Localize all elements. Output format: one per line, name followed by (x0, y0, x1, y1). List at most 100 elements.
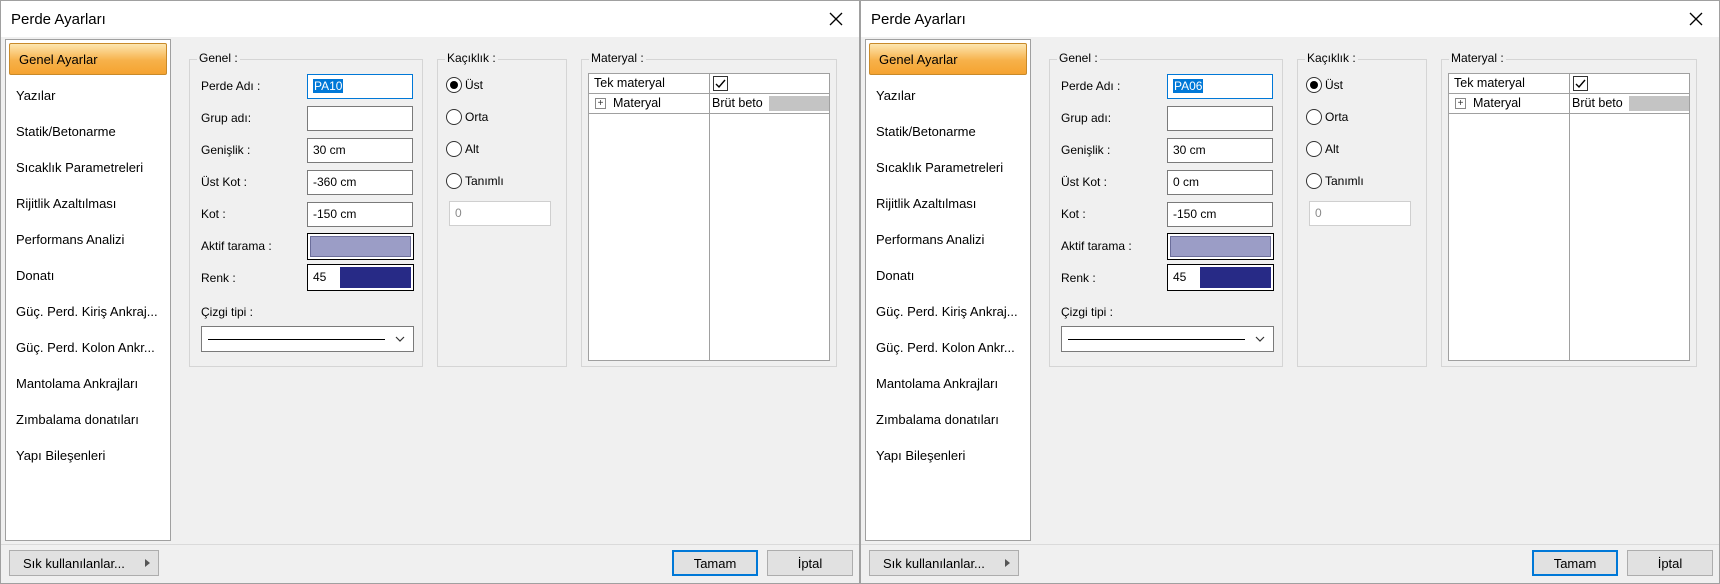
radio-circle (1306, 173, 1322, 189)
renk-value: 45 (310, 267, 340, 288)
settings-sidebar: Genel Ayarlar Yazılar Statik/Betonarme S… (5, 39, 171, 541)
aktif-tarama-swatch[interactable] (1167, 233, 1274, 260)
sidebar-item-genel-ayarlar[interactable]: Genel Ayarlar (9, 43, 167, 75)
close-button[interactable] (1673, 1, 1719, 37)
sidebar-item-rijitlik-azaltilmasi[interactable]: Rijitlik Azaltılması (866, 188, 1030, 220)
favorites-button[interactable]: Sık kullanılanlar... (869, 550, 1019, 576)
cizgi-tipi-dropdown[interactable] (1061, 326, 1274, 352)
radio-circle (446, 77, 462, 93)
sidebar-item-zimbalama-donatilari[interactable]: Zımbalama donatıları (866, 404, 1030, 436)
perde-ayarlari-dialog: Perde Ayarları Genel Ayarlar Yazılar Sta… (0, 0, 860, 584)
genislik-input[interactable]: 30 cm (1167, 138, 1273, 163)
kaciklik-radio-alt[interactable]: Alt (1306, 141, 1339, 157)
materyal-dropdown-area[interactable] (769, 96, 829, 111)
materyal-value[interactable]: Brüt beto (1572, 94, 1632, 113)
ok-button[interactable]: Tamam (672, 550, 758, 576)
genislik-input[interactable]: 30 cm (307, 138, 413, 163)
kaciklik-value-input: 0 (449, 201, 551, 226)
chevron-down-icon (1255, 336, 1265, 342)
kaciklik-radio-orta[interactable]: Orta (446, 109, 488, 125)
line-style-preview (1068, 339, 1245, 340)
title-bar: Perde Ayarları (861, 1, 1719, 37)
materyal-property-grid: Tek materyal + Materyal Brüt beto (588, 73, 830, 361)
materyal-label: Materyal (613, 96, 661, 110)
arrow-right-icon (145, 559, 150, 567)
kaciklik-radio-alt[interactable]: Alt (446, 141, 479, 157)
expand-plus-icon[interactable]: + (595, 98, 606, 109)
ust-kot-input[interactable]: -360 cm (307, 170, 413, 195)
sidebar-item-sicaklik-parametreleri[interactable]: Sıcaklık Parametreleri (866, 152, 1030, 184)
close-button[interactable] (813, 1, 859, 37)
tek-materyal-checkbox[interactable] (1573, 76, 1588, 91)
favorites-button[interactable]: Sık kullanılanlar... (9, 550, 159, 576)
grup-adi-input[interactable] (307, 106, 413, 131)
kaciklik-value-input: 0 (1309, 201, 1411, 226)
sidebar-item-donati[interactable]: Donatı (866, 260, 1030, 292)
kaciklik-radio-ust[interactable]: Üst (1306, 77, 1343, 93)
grid-row-tek-materyal: Tek materyal (589, 74, 829, 94)
aktif-tarama-label: Aktif tarama : (201, 239, 272, 253)
ust-kot-input[interactable]: 0 cm (1167, 170, 1273, 195)
tek-materyal-label: Tek materyal (594, 76, 665, 90)
renk-color-picker[interactable]: 45 (307, 264, 414, 291)
sidebar-item-performans-analizi[interactable]: Performans Analizi (6, 224, 170, 256)
materyal-value[interactable]: Brüt beto (712, 94, 772, 113)
tek-materyal-checkbox[interactable] (713, 76, 728, 91)
renk-label: Renk : (201, 271, 236, 285)
sidebar-item-yapi-bilesenleri[interactable]: Yapı Bileşenleri (6, 440, 170, 472)
genel-group-label: Genel : (197, 51, 240, 65)
expand-plus-icon[interactable]: + (1455, 98, 1466, 109)
kaciklik-radio-tanimli[interactable]: Tanımlı (446, 173, 504, 189)
checkmark-icon (1575, 79, 1586, 89)
ust-kot-label: Üst Kot : (201, 175, 248, 189)
kaciklik-radio-tanimli[interactable]: Tanımlı (1306, 173, 1364, 189)
sidebar-item-statik-betonarme[interactable]: Statik/Betonarme (6, 116, 170, 148)
kot-input[interactable]: -150 cm (307, 202, 413, 227)
ust-kot-label: Üst Kot : (1061, 175, 1108, 189)
renk-label: Renk : (1061, 271, 1096, 285)
materyal-dropdown-area[interactable] (1629, 96, 1689, 111)
close-icon (829, 12, 843, 26)
radio-circle (1306, 77, 1322, 93)
perde-adi-input[interactable]: PA06 (1167, 74, 1273, 99)
materyal-label: Materyal (1473, 96, 1521, 110)
sidebar-item-performans-analizi[interactable]: Performans Analizi (866, 224, 1030, 256)
perde-adi-label: Perde Adı : (201, 79, 261, 93)
aktif-tarama-label: Aktif tarama : (1061, 239, 1132, 253)
perde-adi-label: Perde Adı : (1061, 79, 1121, 93)
ok-button[interactable]: Tamam (1532, 550, 1618, 576)
sidebar-item-kolon-ankraj[interactable]: Güç. Perd. Kolon Ankr... (866, 332, 1030, 364)
materyal-property-grid: Tek materyal + Materyal Brüt beto (1448, 73, 1690, 361)
perde-adi-input[interactable]: PA10 (307, 74, 413, 99)
sidebar-item-yazilar[interactable]: Yazılar (866, 80, 1030, 112)
sidebar-item-mantolama-ankrajlari[interactable]: Mantolama Ankrajları (866, 368, 1030, 400)
sidebar-item-sicaklik-parametreleri[interactable]: Sıcaklık Parametreleri (6, 152, 170, 184)
sidebar-item-kiris-ankraj[interactable]: Güç. Perd. Kiriş Ankraj... (6, 296, 170, 328)
sidebar-item-rijitlik-azaltilmasi[interactable]: Rijitlik Azaltılması (6, 188, 170, 220)
kaciklik-radio-ust[interactable]: Üst (446, 77, 483, 93)
renk-color-picker[interactable]: 45 (1167, 264, 1274, 291)
kaciklik-radio-orta[interactable]: Orta (1306, 109, 1348, 125)
cizgi-tipi-label: Çizgi tipi : (201, 305, 254, 319)
sidebar-item-statik-betonarme[interactable]: Statik/Betonarme (866, 116, 1030, 148)
sidebar-item-yapi-bilesenleri[interactable]: Yapı Bileşenleri (866, 440, 1030, 472)
genislik-label: Genişlik : (201, 143, 251, 157)
radio-circle (446, 109, 462, 125)
cancel-button[interactable]: İptal (1627, 550, 1713, 576)
grup-adi-input[interactable] (1167, 106, 1273, 131)
sidebar-item-yazilar[interactable]: Yazılar (6, 80, 170, 112)
sidebar-item-donati[interactable]: Donatı (6, 260, 170, 292)
cizgi-tipi-dropdown[interactable] (201, 326, 414, 352)
cancel-button[interactable]: İptal (767, 550, 853, 576)
sidebar-item-mantolama-ankrajlari[interactable]: Mantolama Ankrajları (6, 368, 170, 400)
kaciklik-group-label: Kaçıklık : (1305, 51, 1358, 65)
sidebar-item-genel-ayarlar[interactable]: Genel Ayarlar (869, 43, 1027, 75)
kot-input[interactable]: -150 cm (1167, 202, 1273, 227)
grup-adi-label: Grup adı: (1061, 111, 1112, 125)
kot-label: Kot : (201, 207, 226, 221)
sidebar-item-zimbalama-donatilari[interactable]: Zımbalama donatıları (6, 404, 170, 436)
sidebar-item-kolon-ankraj[interactable]: Güç. Perd. Kolon Ankr... (6, 332, 170, 364)
aktif-tarama-swatch[interactable] (307, 233, 414, 260)
radio-circle (446, 173, 462, 189)
sidebar-item-kiris-ankraj[interactable]: Güç. Perd. Kiriş Ankraj... (866, 296, 1030, 328)
